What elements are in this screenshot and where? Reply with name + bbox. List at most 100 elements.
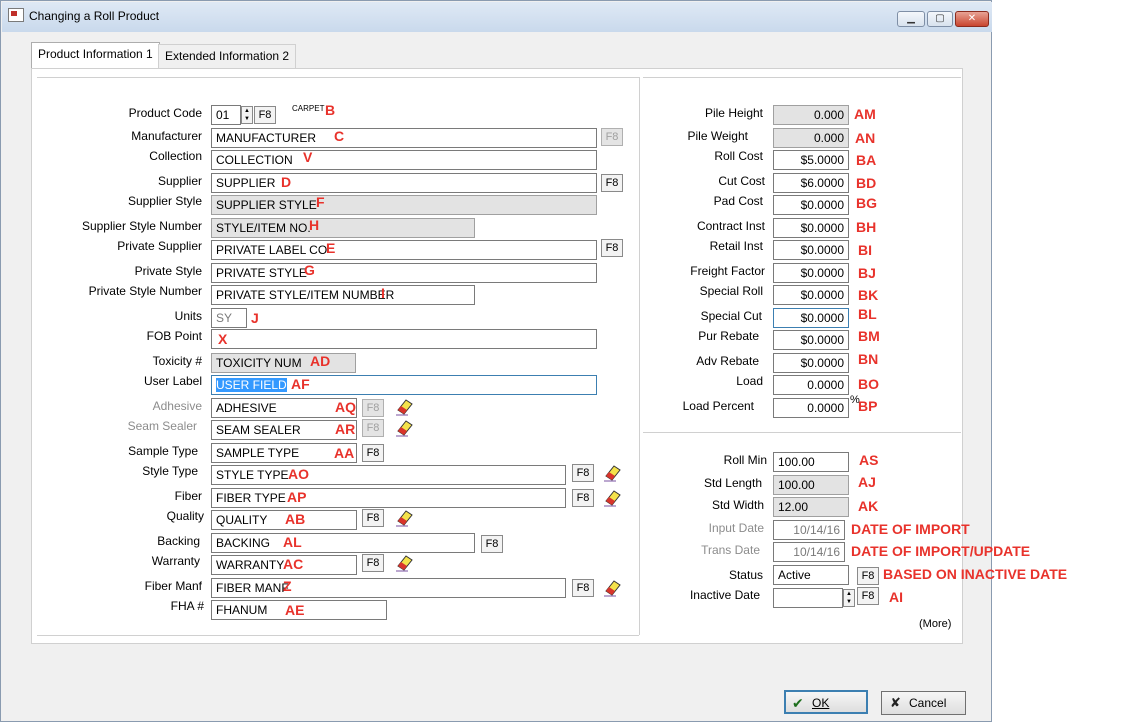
warranty-label: Warranty (151, 554, 200, 568)
quality-eraser-icon[interactable] (394, 507, 416, 527)
close-button[interactable]: ✕ (955, 11, 989, 27)
pile-weight-input[interactable]: 0.000 (773, 128, 849, 148)
more-link[interactable]: (More) (919, 618, 951, 630)
inactive-date-f8-button[interactable]: F8 (857, 587, 879, 605)
warranty-f8-button[interactable]: F8 (362, 554, 384, 572)
status-input[interactable]: Active (773, 565, 849, 585)
cut-cost-input[interactable]: $6.0000 (773, 173, 849, 193)
annotation-bj: BJ (858, 265, 876, 281)
supplier-style-number-input[interactable]: STYLE/ITEM NO. (211, 218, 475, 238)
right-group-top (643, 77, 961, 78)
backing-input[interactable]: BACKING (211, 533, 475, 553)
private-supplier-input[interactable]: PRIVATE LABEL CO (211, 240, 597, 260)
user-label-selected-text: USER FIELD (216, 378, 287, 392)
private-style-input[interactable]: PRIVATE STYLE (211, 263, 597, 283)
product-code-f8-button[interactable]: F8 (254, 106, 276, 124)
adhesive-eraser-icon[interactable] (394, 396, 416, 416)
special-roll-label: Special Roll (699, 284, 763, 298)
seam-sealer-f8-button[interactable]: F8 (362, 419, 384, 437)
pur-rebate-label: Pur Rebate (698, 329, 759, 343)
product-code-spinner[interactable]: ▲ ▼ (241, 106, 253, 124)
annotation-an: AN (855, 130, 876, 146)
manufacturer-input[interactable]: MANUFACTURER (211, 128, 597, 148)
freight-factor-input[interactable]: $0.0000 (773, 263, 849, 283)
load-percent-input[interactable]: 0.0000 (773, 398, 849, 418)
minimize-button[interactable]: ▁ (897, 11, 925, 27)
special-cut-input[interactable]: $0.0000 (773, 308, 849, 328)
quality-f8-button[interactable]: F8 (362, 509, 384, 527)
pur-rebate-input[interactable]: $0.0000 (773, 330, 849, 350)
inactive-date-spinner[interactable]: ▲ ▼ (843, 589, 855, 607)
units-input[interactable]: SY (211, 308, 247, 328)
annotation-am: AM (854, 106, 876, 122)
sample-type-f8-button[interactable]: F8 (362, 444, 384, 462)
annotation-ar: AR (335, 421, 356, 437)
supplier-input[interactable]: SUPPLIER (211, 173, 597, 193)
adv-rebate-input[interactable]: $0.0000 (773, 353, 849, 373)
input-date-input[interactable]: 10/14/16 (773, 520, 845, 540)
inactive-date-input[interactable] (773, 588, 843, 608)
supplier-style-label: Supplier Style (127, 194, 202, 208)
status-f8-button[interactable]: F8 (857, 567, 879, 585)
roll-cost-input[interactable]: $5.0000 (773, 150, 849, 170)
product-code-description: CARPET (292, 104, 325, 113)
annotation-ap: AP (287, 489, 307, 505)
style-type-f8-button[interactable]: F8 (572, 464, 594, 482)
std-width-input[interactable]: 12.00 (773, 497, 849, 517)
roll-min-input[interactable]: 100.00 (773, 452, 849, 472)
contract-inst-input[interactable]: $0.0000 (773, 218, 849, 238)
seam-sealer-eraser-icon[interactable] (394, 417, 416, 437)
fiber-eraser-icon[interactable] (602, 487, 624, 507)
private-style-number-input[interactable]: PRIVATE STYLE/ITEM NUMBER (211, 285, 475, 305)
retail-inst-input[interactable]: $0.0000 (773, 240, 849, 260)
supplier-style-input[interactable]: SUPPLIER STYLE (211, 195, 597, 215)
cancel-button[interactable]: ✘ Cancel (881, 691, 966, 715)
supplier-f8-button[interactable]: F8 (601, 174, 623, 192)
std-width-label: Std Width (711, 498, 764, 512)
annotation-ao: AO (288, 466, 309, 482)
fiber-manf-input[interactable]: FIBER MANF (211, 578, 566, 598)
ok-button[interactable]: ✔ OK (784, 690, 868, 714)
tab-product-information[interactable]: Product Information 1 (31, 42, 160, 68)
collection-input[interactable]: COLLECTION (211, 150, 597, 170)
load-label: Load (736, 374, 763, 388)
annotation-ad: AD (310, 353, 331, 369)
fiber-f8-button[interactable]: F8 (572, 489, 594, 507)
maximize-button[interactable]: ▢ (927, 11, 953, 27)
warranty-eraser-icon[interactable] (394, 552, 416, 572)
pile-weight-label: Pile Weight (687, 129, 748, 143)
fob-point-input[interactable] (211, 329, 597, 349)
annotation-aj: AJ (858, 474, 876, 490)
backing-f8-button[interactable]: F8 (481, 535, 503, 553)
annotation-bg: BG (856, 195, 877, 211)
adhesive-f8-button[interactable]: F8 (362, 399, 384, 417)
manufacturer-f8-button[interactable]: F8 (601, 128, 623, 146)
input-date-label: Input Date (708, 521, 764, 535)
pile-height-input[interactable]: 0.000 (773, 105, 849, 125)
fiber-manf-eraser-icon[interactable] (602, 577, 624, 597)
annotation-bn: BN (858, 351, 879, 367)
pad-cost-input[interactable]: $0.0000 (773, 195, 849, 215)
load-input[interactable]: 0.0000 (773, 375, 849, 395)
style-type-input[interactable]: STYLE TYPE (211, 465, 566, 485)
load-percent-label: Load Percent (682, 399, 754, 413)
sample-type-label: Sample Type (128, 444, 198, 458)
quality-input[interactable]: QUALITY (211, 510, 357, 530)
annotation-bi: BI (858, 242, 872, 258)
special-roll-input[interactable]: $0.0000 (773, 285, 849, 305)
private-supplier-f8-button[interactable]: F8 (601, 239, 623, 257)
tab-extended-information[interactable]: Extended Information 2 (158, 44, 297, 68)
fiber-manf-f8-button[interactable]: F8 (572, 579, 594, 597)
annotation-aa: AA (334, 445, 355, 461)
fiber-input[interactable]: FIBER TYPE (211, 488, 566, 508)
trans-date-input[interactable]: 10/14/16 (773, 542, 845, 562)
trans-date-label: Trans Date (701, 543, 760, 557)
product-code-input[interactable]: 01 (211, 105, 241, 125)
backing-label: Backing (157, 534, 200, 548)
user-label-input[interactable]: USER FIELD (211, 375, 597, 395)
std-length-input[interactable]: 100.00 (773, 475, 849, 495)
toxicity-input[interactable]: TOXICITY NUM (211, 353, 356, 373)
style-type-eraser-icon[interactable] (602, 462, 624, 482)
style-type-label: Style Type (142, 464, 198, 478)
supplier-label: Supplier (157, 174, 202, 188)
